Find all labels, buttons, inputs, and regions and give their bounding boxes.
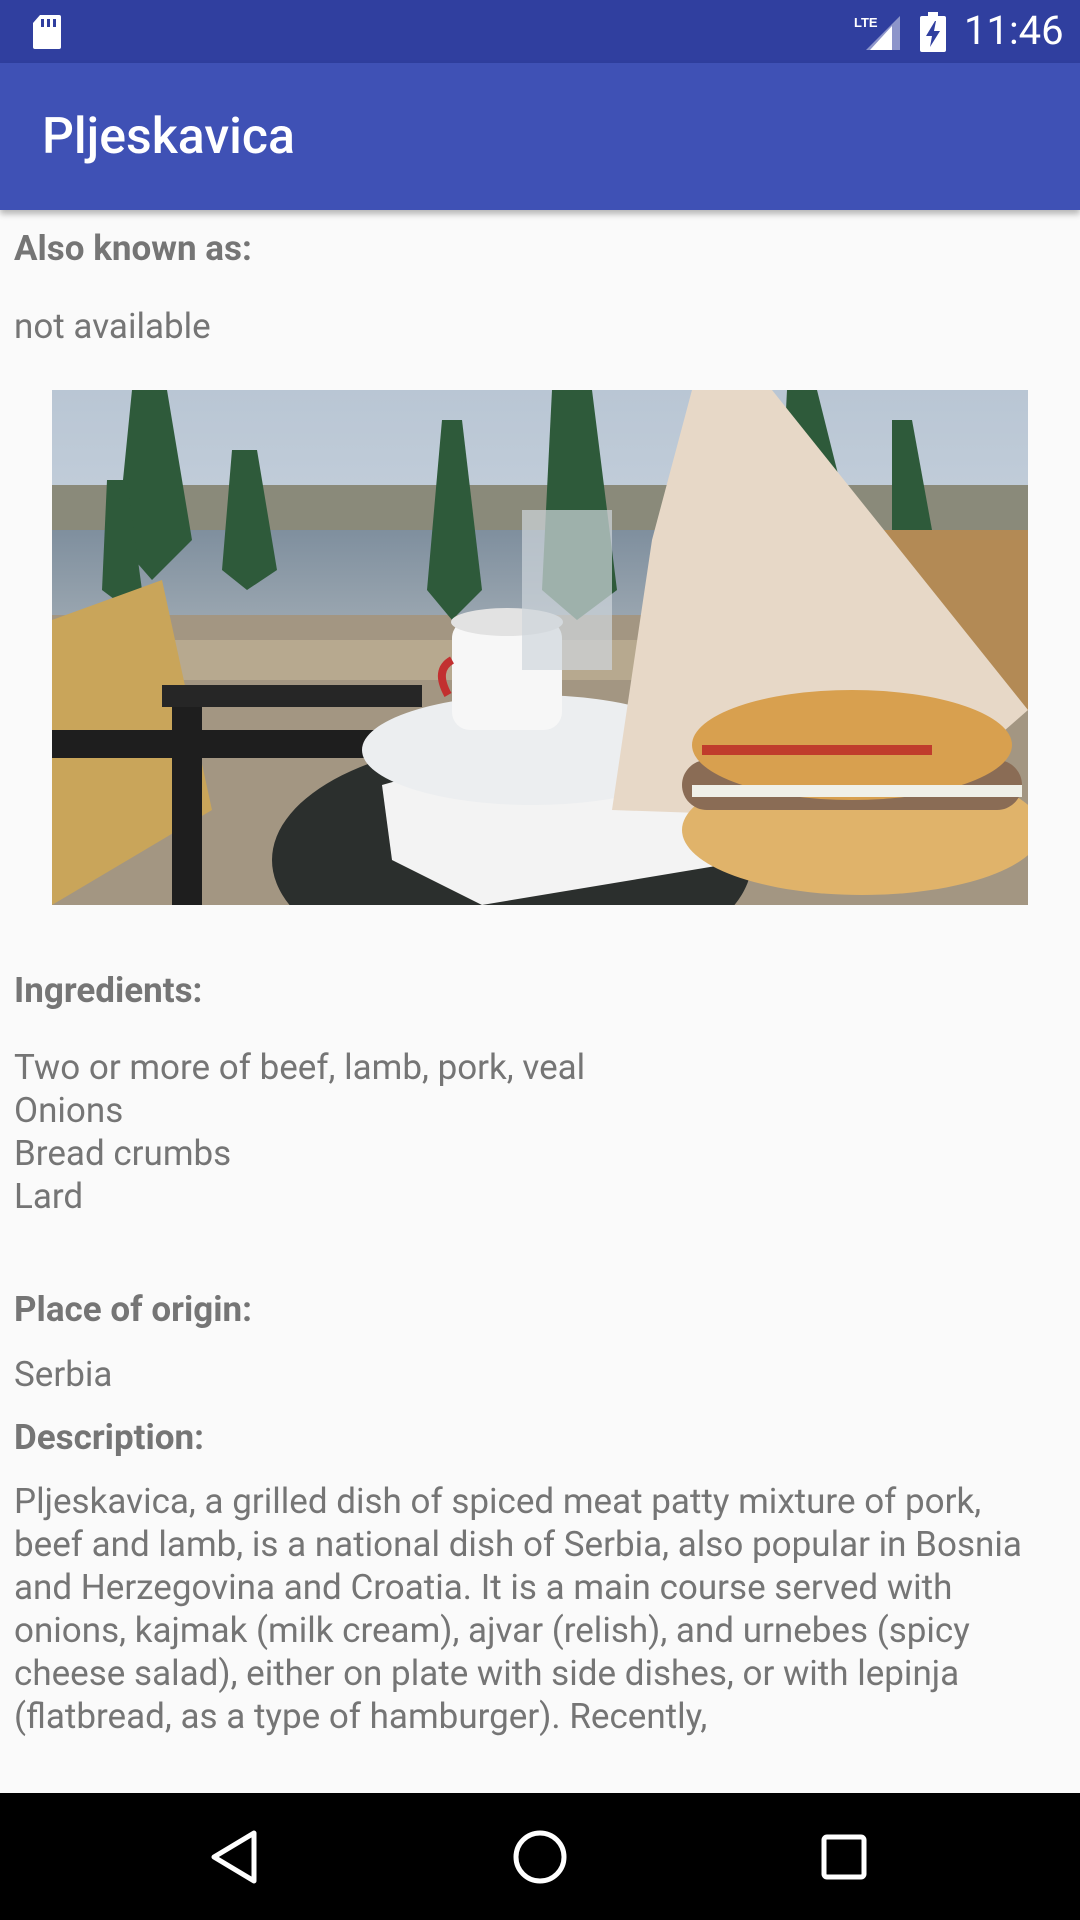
- ingredients-list: Two or more of beef, lamb, pork, veal On…: [14, 1046, 585, 1218]
- ingredient-item: Onions: [14, 1090, 124, 1131]
- ingredients-label: Ingredients:: [14, 970, 203, 1011]
- back-icon[interactable]: [204, 1825, 268, 1889]
- nav-bar: [0, 1793, 1080, 1920]
- dish-photo: [52, 390, 1028, 905]
- page-title: Pljeskavica: [42, 108, 295, 166]
- sd-card-icon: [33, 15, 61, 49]
- dish-photo-illustration: [52, 390, 1028, 905]
- ingredient-item: Bread crumbs: [14, 1133, 232, 1174]
- aka-value: not available: [14, 306, 211, 347]
- svg-text:LTE: LTE: [854, 15, 878, 30]
- description-text: Pljeskavica, a grilled dish of spiced me…: [14, 1481, 1022, 1737]
- ingredient-item: Lard: [14, 1176, 84, 1217]
- aka-label: Also known as:: [14, 228, 252, 269]
- battery-charging-icon: [920, 12, 946, 52]
- status-time: 11:46: [964, 7, 1064, 54]
- origin-value: Serbia: [14, 1354, 113, 1395]
- recents-icon[interactable]: [812, 1825, 876, 1889]
- origin-label: Place of origin:: [14, 1289, 252, 1330]
- ingredient-item: Two or more of beef, lamb, pork, veal: [14, 1047, 586, 1088]
- detail-content[interactable]: Also known as: not available Ingredients…: [0, 210, 1080, 1793]
- app-bar: Pljeskavica: [0, 63, 1080, 210]
- home-icon[interactable]: [508, 1825, 572, 1889]
- description-label: Description:: [14, 1417, 204, 1458]
- status-bar: LTE 11:46: [0, 0, 1080, 63]
- lte-signal-icon: LTE: [854, 15, 900, 50]
